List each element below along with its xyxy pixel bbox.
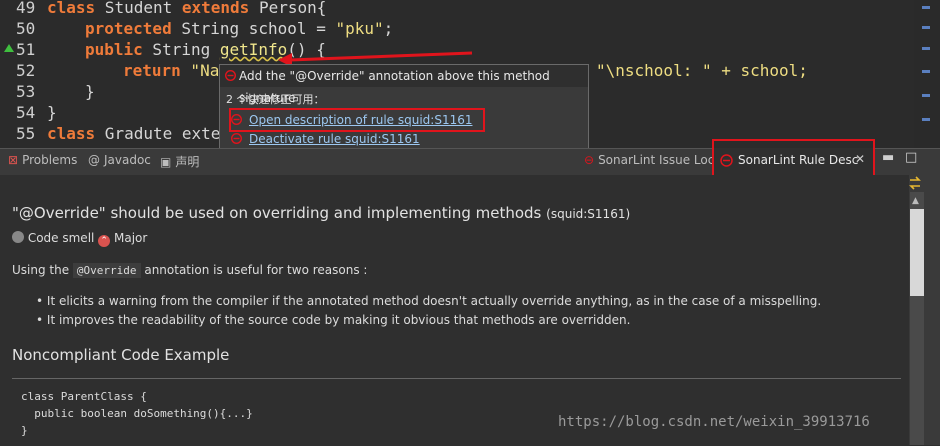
declaration-icon: ▣ — [160, 155, 172, 169]
rule-meta: Code smell ⌃ Major — [12, 231, 147, 247]
list-item: • It improves the readability of the sou… — [36, 313, 631, 327]
list-item: • It elicits a warning from the compiler… — [36, 294, 822, 308]
link-with-editor-icon[interactable] — [908, 176, 922, 190]
rule-intro: Using the @Override annotation is useful… — [12, 263, 368, 278]
noncompliant-heading: Noncompliant Code Example — [12, 346, 230, 364]
problems-icon: ⊠ — [8, 153, 19, 167]
rule-title: "@Override" should be used on overriding… — [12, 204, 631, 222]
watermark: https://blog.csdn.net/weixin_39913716 — [558, 414, 870, 430]
tab-problems[interactable]: ⊠ Problems — [8, 153, 77, 167]
tab-javadoc[interactable]: @ Javadoc — [88, 153, 151, 167]
quickfix-count: 2 个快速修正可用： — [226, 93, 325, 106]
error-icon — [231, 133, 242, 144]
highlight-box — [229, 108, 485, 132]
sonarlint-icon: ⊖ — [584, 153, 595, 167]
tab-declaration[interactable]: ▣ 声明 — [160, 153, 199, 170]
major-severity-icon: ⌃ — [98, 235, 111, 247]
scroll-up-arrow-icon[interactable]: ▲ — [912, 196, 922, 206]
scrollbar-thumb[interactable] — [910, 209, 924, 296]
code-smell-icon — [12, 231, 24, 243]
deactivate-rule-link[interactable]: Deactivate rule squid:S1161 — [249, 132, 420, 146]
javadoc-icon: @ — [88, 153, 100, 167]
tab-issue-locations[interactable]: ⊖ SonarLint Issue Loc — [584, 153, 714, 167]
error-icon — [225, 70, 236, 81]
code-example: class ParentClass { public boolean doSom… — [12, 378, 901, 446]
quickfix-popup: Add the "@Override" annotation above thi… — [219, 64, 589, 149]
quickfix-title: Add the "@Override" annotation above thi… — [220, 65, 588, 105]
minimize-icon[interactable]: ▬ — [882, 150, 894, 165]
maximize-icon[interactable]: □ — [905, 150, 917, 165]
